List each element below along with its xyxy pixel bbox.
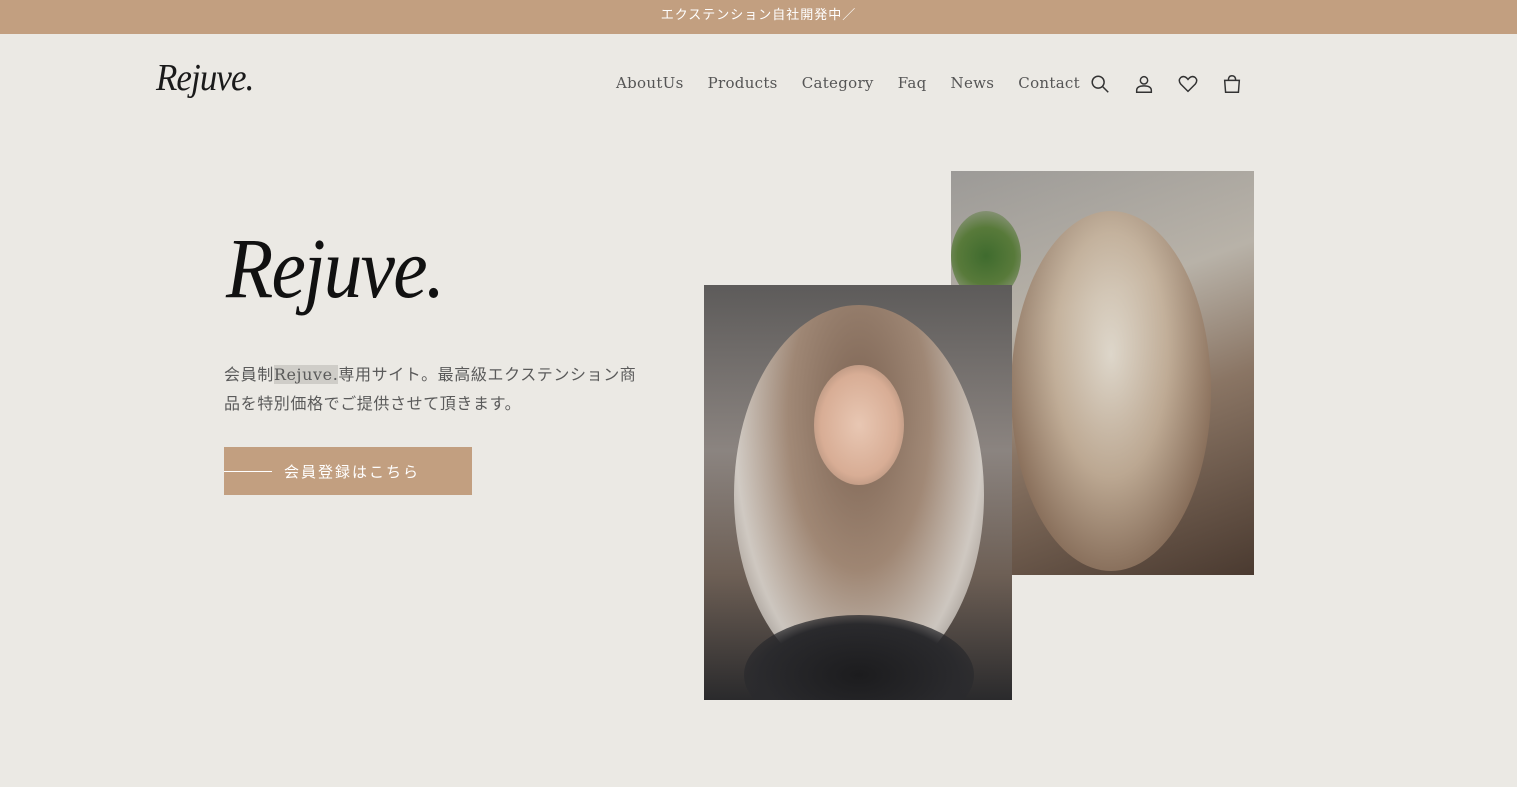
announcement-text: エクステンション自社開発中／: [660, 7, 857, 23]
nav-item-category[interactable]: Category: [790, 72, 886, 94]
hero-title: Rejuve.: [226, 220, 445, 316]
nav-item-contact[interactable]: Contact: [1006, 72, 1092, 94]
site-header: Rejuve. AboutUs Products Category Faq Ne…: [0, 34, 1517, 134]
cart-icon[interactable]: [1220, 70, 1244, 98]
announcement-bar: エクステンション自社開発中／: [0, 0, 1517, 34]
nav-item-products[interactable]: Products: [696, 72, 790, 94]
register-button-label: 会員登録はこちら: [284, 462, 421, 481]
cta-line: [224, 470, 272, 472]
main-nav: AboutUs Products Category Faq News Conta…: [604, 72, 1092, 94]
hero-desc-prefix: 会員制: [224, 365, 274, 384]
hero-image-front: [704, 285, 1012, 700]
site-logo[interactable]: Rejuve.: [156, 56, 254, 100]
nav-item-faq[interactable]: Faq: [886, 72, 939, 94]
hero-description: 会員制Rejuve.専用サイト。最高級エクステンション商品を特別価格でご提供させ…: [224, 360, 644, 418]
register-button[interactable]: 会員登録はこちら: [224, 447, 472, 495]
nav-item-news[interactable]: News: [939, 72, 1007, 94]
nav-item-aboutus[interactable]: AboutUs: [604, 72, 696, 94]
header-icons: [1088, 70, 1244, 98]
hero-desc-highlight: Rejuve.: [273, 365, 339, 384]
account-icon[interactable]: [1132, 70, 1156, 98]
search-icon[interactable]: [1088, 70, 1112, 98]
heart-icon[interactable]: [1176, 70, 1200, 98]
